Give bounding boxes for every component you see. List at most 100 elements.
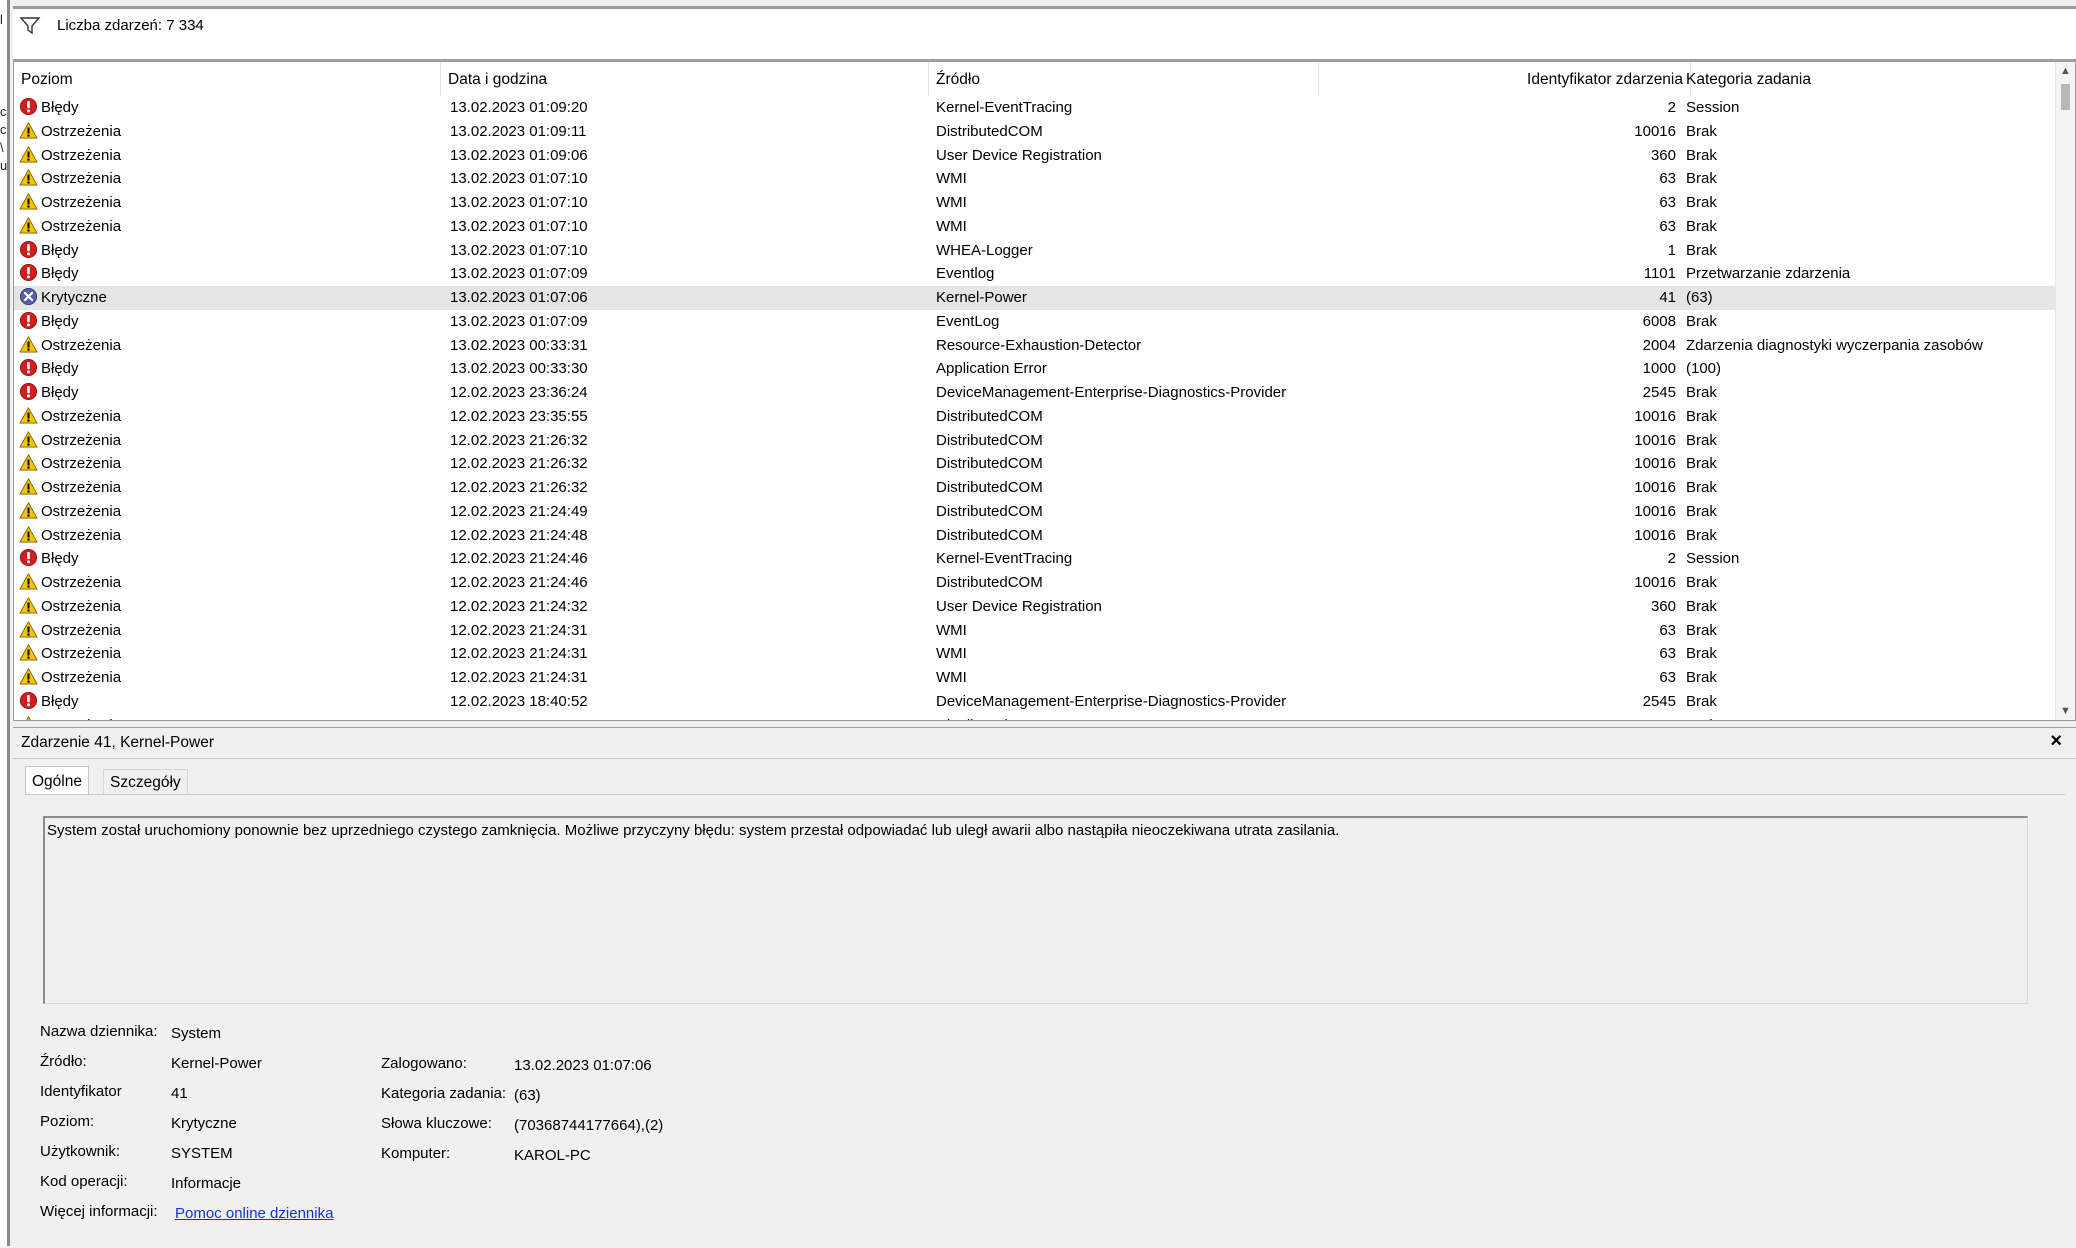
- error-icon: [19, 382, 38, 401]
- online-help-link[interactable]: Pomoc online dziennika: [175, 1205, 333, 1222]
- table-row[interactable]: Ostrzeżenia12.02.2023 21:24:46Distribute…: [14, 571, 2057, 595]
- table-row[interactable]: Ostrzeżenia13.02.2023 01:07:10WMI63Brak: [14, 215, 2057, 239]
- cell-level: Błędy: [19, 381, 434, 405]
- scrollbar-thumb[interactable]: [2061, 84, 2070, 110]
- table-row[interactable]: Błędy13.02.2023 00:33:30Application Erro…: [14, 357, 2057, 381]
- level-text: Błędy: [41, 99, 79, 116]
- cell-date: 12.02.2023 21:24:49: [450, 500, 930, 524]
- level-text: Błędy: [41, 313, 79, 330]
- column-header-date[interactable]: Data i godzina: [441, 62, 929, 96]
- cell-level: Ostrzeżenia: [19, 642, 434, 666]
- prop-value-level: Krytyczne: [171, 1115, 237, 1132]
- cell-level: Ostrzeżenia: [19, 524, 434, 548]
- table-row[interactable]: Ostrzeżenia13.02.2023 01:07:10WMI63Brak: [14, 191, 2057, 215]
- cell-level: Ostrzeżenia: [19, 191, 434, 215]
- table-row[interactable]: Ostrzeżenia13.02.2023 01:09:11Distribute…: [14, 120, 2057, 144]
- level-text: Błędy: [41, 550, 79, 567]
- cell-source: Kernel-Power: [936, 286, 1316, 310]
- prop-value-opcode: Informacje: [171, 1175, 241, 1192]
- tab-general[interactable]: Ogólne: [25, 766, 89, 794]
- cell-date: 13.02.2023 01:07:10: [450, 191, 930, 215]
- tab-details[interactable]: Szczegóły: [103, 769, 188, 795]
- cell-level: Ostrzeżenia: [19, 500, 434, 524]
- table-row[interactable]: Ostrzeżenia12.02.2023 21:24:31WMI63Brak: [14, 666, 2057, 690]
- table-row[interactable]: Ostrzeżenia12.02.2023 21:24:32User Devic…: [14, 595, 2057, 619]
- prop-label-identifier: Identyfikator: [40, 1083, 122, 1100]
- level-text: Ostrzeżenia: [41, 503, 121, 520]
- table-row[interactable]: Ostrzeżenia12.02.2023 21:26:32Distribute…: [14, 452, 2057, 476]
- cell-source: DistributedCOM: [936, 476, 1316, 500]
- cell-source: WMI: [936, 191, 1316, 215]
- cell-event-id: 63: [1316, 167, 1676, 191]
- level-text: Ostrzeżenia: [41, 645, 121, 662]
- cell-category: Brak: [1686, 595, 2056, 619]
- table-row[interactable]: Błędy12.02.2023 21:24:46Kernel-EventTrac…: [14, 547, 2057, 571]
- table-row[interactable]: Ostrzeżenia12.02.2023 18:31:57Distribute…: [14, 714, 2057, 722]
- cell-source: DistributedCOM: [936, 571, 1316, 595]
- column-header-event-id[interactable]: Identyfikator zdarzenia: [1319, 62, 1691, 96]
- warning-icon: [19, 620, 38, 639]
- description-box[interactable]: System został uruchomiony ponownie bez u…: [43, 816, 2028, 1004]
- prop-value-computer: KAROL-PC: [514, 1147, 591, 1164]
- cell-date: 12.02.2023 18:31:57: [450, 714, 930, 722]
- cell-source: DistributedCOM: [936, 405, 1316, 429]
- column-header-level[interactable]: Poziom: [14, 62, 441, 96]
- column-header-category[interactable]: Kategoria zadania: [1679, 62, 2057, 96]
- table-row[interactable]: Błędy13.02.2023 01:07:09Eventlog1101Prze…: [14, 262, 2057, 286]
- cell-date: 12.02.2023 23:35:55: [450, 405, 930, 429]
- cell-category: Zdarzenia diagnostyki wyczerpania zasobó…: [1686, 334, 2056, 358]
- cell-date: 12.02.2023 21:24:31: [450, 666, 930, 690]
- cell-level: Błędy: [19, 547, 434, 571]
- cell-event-id: 360: [1316, 595, 1676, 619]
- table-row[interactable]: Ostrzeżenia12.02.2023 21:24:48Distribute…: [14, 524, 2057, 548]
- table-row[interactable]: Ostrzeżenia12.02.2023 21:24:31WMI63Brak: [14, 619, 2057, 643]
- filter-icon[interactable]: [19, 15, 41, 35]
- table-row[interactable]: Ostrzeżenia12.02.2023 21:24:31WMI63Brak: [14, 642, 2057, 666]
- table-row[interactable]: Ostrzeżenia13.02.2023 01:09:06User Devic…: [14, 144, 2057, 168]
- table-row[interactable]: Ostrzeżenia12.02.2023 23:35:55Distribute…: [14, 405, 2057, 429]
- table-row[interactable]: Krytyczne13.02.2023 01:07:06Kernel-Power…: [14, 286, 2057, 310]
- cell-category: Brak: [1686, 666, 2056, 690]
- cell-date: 12.02.2023 21:26:32: [450, 429, 930, 453]
- cell-level: Ostrzeżenia: [19, 476, 434, 500]
- cell-event-id: 2004: [1316, 334, 1676, 358]
- vertical-scrollbar[interactable]: ▲ ▼: [2055, 62, 2075, 720]
- table-row[interactable]: Ostrzeżenia12.02.2023 21:24:49Distribute…: [14, 500, 2057, 524]
- cell-date: 13.02.2023 01:07:10: [450, 215, 930, 239]
- event-list[interactable]: Poziom Data i godzina Źródło Identyfikat…: [13, 61, 2076, 721]
- cell-event-id: 1000: [1316, 357, 1676, 381]
- close-icon[interactable]: ×: [2050, 730, 2062, 753]
- scroll-down-icon[interactable]: ▼: [2056, 702, 2075, 720]
- cell-category: Brak: [1686, 120, 2056, 144]
- cell-category: (63): [1686, 286, 2056, 310]
- table-row[interactable]: Ostrzeżenia13.02.2023 00:33:31Resource-E…: [14, 334, 2057, 358]
- cell-source: WMI: [936, 167, 1316, 191]
- prop-label-keywords: Słowa kluczowe:: [381, 1115, 492, 1132]
- table-row[interactable]: Ostrzeżenia12.02.2023 21:26:32Distribute…: [14, 429, 2057, 453]
- cell-event-id: 2545: [1316, 381, 1676, 405]
- cell-category: Brak: [1686, 524, 2056, 548]
- prop-label-more-info: Więcej informacji:: [40, 1203, 158, 1220]
- column-header-source[interactable]: Źródło: [929, 62, 1319, 96]
- cell-event-id: 63: [1316, 642, 1676, 666]
- prop-label-log-name: Nazwa dziennika:: [40, 1023, 158, 1040]
- critical-icon: [19, 287, 38, 306]
- table-row[interactable]: Błędy12.02.2023 18:40:52DeviceManagement…: [14, 690, 2057, 714]
- cell-event-id: 41: [1316, 286, 1676, 310]
- table-row[interactable]: Błędy12.02.2023 23:36:24DeviceManagement…: [14, 381, 2057, 405]
- table-row[interactable]: Błędy13.02.2023 01:07:10WHEA-Logger1Brak: [14, 239, 2057, 263]
- prop-label-logged: Zalogowano:: [381, 1055, 467, 1072]
- cell-category: Session: [1686, 547, 2056, 571]
- cell-source: Eventlog: [936, 262, 1316, 286]
- table-row[interactable]: Błędy13.02.2023 01:09:20Kernel-EventTrac…: [14, 96, 2057, 120]
- cell-event-id: 10016: [1316, 571, 1676, 595]
- cell-category: Brak: [1686, 571, 2056, 595]
- cell-source: WMI: [936, 666, 1316, 690]
- cell-source: WMI: [936, 642, 1316, 666]
- cell-category: Brak: [1686, 714, 2056, 722]
- scroll-up-icon[interactable]: ▲: [2056, 62, 2075, 80]
- table-row[interactable]: Błędy13.02.2023 01:07:09EventLog6008Brak: [14, 310, 2057, 334]
- table-row[interactable]: Ostrzeżenia12.02.2023 21:26:32Distribute…: [14, 476, 2057, 500]
- table-row[interactable]: Ostrzeżenia13.02.2023 01:07:10WMI63Brak: [14, 167, 2057, 191]
- cell-category: Brak: [1686, 690, 2056, 714]
